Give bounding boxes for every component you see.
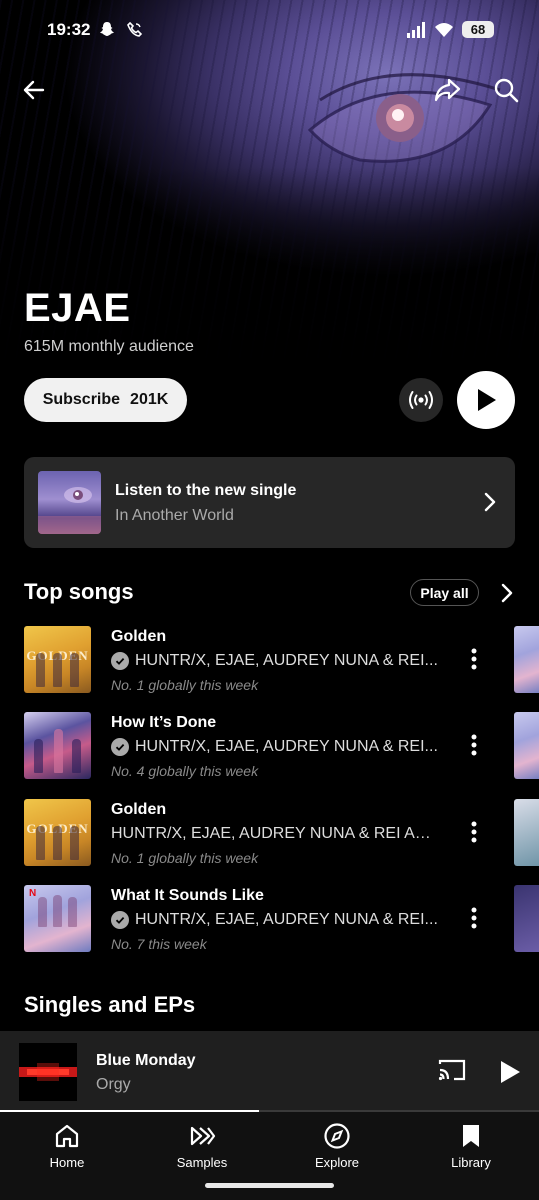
search-button[interactable] [488,72,524,108]
song-artist-text: HUNTR/X, EJAE, AUDREY NUNA & REI AMI... [111,825,439,842]
wifi-icon [435,22,453,37]
nav-explore-label: Explore [314,1155,360,1170]
song-rank: No. 1 globally this week [111,850,259,866]
song-rank: No. 7 this week [111,936,207,952]
cellular-signal-icon [407,21,425,38]
subscribe-label: Subscribe [42,391,121,408]
artwork-lettering: N [29,888,37,899]
status-time: 19:32 [47,20,91,39]
mini-player[interactable]: Blue Monday Orgy [0,1031,539,1112]
radio-broadcast-icon [409,391,433,409]
more-options-button[interactable] [464,819,484,845]
share-button[interactable] [429,72,465,108]
search-icon [494,78,519,103]
song-artist: HUNTR/X, EJAE, AUDREY NUNA & REI AMI... [111,825,439,843]
battery-indicator: 68 [462,21,494,38]
singles-eps-heading: Singles and EPs [24,992,196,1017]
now-playing-artist: Orgy [96,1076,131,1093]
song-title: Golden [111,801,167,818]
back-arrow-icon [23,80,45,100]
home-icon [55,1124,79,1148]
now-playing-art [19,1063,77,1081]
more-vert-icon [471,648,477,670]
song-row[interactable]: How It’s Done HUNTR/X, EJAE, AUDREY NUNA… [0,712,539,792]
new-single-card[interactable]: Listen to the new single In Another Worl… [24,457,515,548]
next-column-artwork[interactable] [514,799,539,866]
top-navigation [0,72,539,108]
play-artist-button[interactable] [457,371,515,429]
next-column-artwork[interactable] [514,626,539,693]
song-artist: HUNTR/X, EJAE, AUDREY NUNA & REI... [111,652,439,670]
snapchat-icon [100,22,114,36]
new-single-heading: Listen to the new single [115,482,297,499]
verified-check-icon [111,738,129,756]
next-column-artwork[interactable] [514,885,539,952]
more-options-button[interactable] [464,732,484,758]
song-row[interactable]: GOLDEN Golden HUNTR/X, EJAE, AUDREY NUNA… [0,799,539,879]
more-vert-icon [471,821,477,843]
wifi-calling-icon [127,21,143,37]
back-button[interactable] [16,72,52,108]
nav-home-label: Home [49,1155,85,1170]
song-artist-text: HUNTR/X, EJAE, AUDREY NUNA & REI... [135,652,438,669]
nav-samples[interactable]: Samples [157,1122,247,1170]
song-title: Golden [111,628,167,645]
song-title: What It Sounds Like [111,887,264,904]
chevron-right-icon [484,492,496,512]
verified-check-icon [111,652,129,670]
more-vert-icon [471,907,477,929]
song-artist: HUNTR/X, EJAE, AUDREY NUNA & REI... [111,911,439,929]
single-artwork [38,471,101,534]
song-rank: No. 4 globally this week [111,763,259,779]
nav-library-label: Library [451,1155,491,1170]
next-column-artwork[interactable] [514,712,539,779]
song-row[interactable]: GOLDEN Golden HUNTR/X, EJAE, AUDREY NUNA… [0,626,539,706]
share-icon [434,78,461,102]
song-artwork: GOLDEN [24,799,91,866]
status-bar: 19:32 68 [0,0,539,62]
song-artist-text: HUNTR/X, EJAE, AUDREY NUNA & REI... [135,738,438,755]
song-artist: HUNTR/X, EJAE, AUDREY NUNA & REI... [111,738,439,756]
verified-check-icon [111,911,129,929]
library-icon [463,1125,479,1147]
song-rank: No. 1 globally this week [111,677,259,693]
song-title: How It’s Done [111,714,217,731]
nav-samples-label: Samples [176,1155,228,1170]
more-options-button[interactable] [464,905,484,931]
monthly-audience: 615M monthly audience [24,338,194,355]
now-playing-artwork [19,1043,77,1101]
nav-explore[interactable]: Explore [292,1122,382,1170]
nav-home[interactable]: Home [22,1122,112,1170]
single-artwork-eye [38,487,101,534]
subscriber-count: 201K [130,391,169,408]
song-artwork: GOLDEN [24,626,91,693]
song-row[interactable]: N What It Sounds Like HUNTR/X, EJAE, AUD… [0,885,539,965]
samples-icon [190,1126,216,1146]
explore-icon [324,1123,350,1149]
song-artwork [24,712,91,779]
now-playing-title: Blue Monday [96,1052,196,1069]
top-songs-more-chevron-icon[interactable] [498,582,516,604]
play-all-button[interactable]: Play all [410,579,479,606]
home-gesture-bar[interactable] [205,1183,334,1188]
new-single-name: In Another World [115,507,234,524]
more-options-button[interactable] [464,646,484,672]
song-artist-text: HUNTR/X, EJAE, AUDREY NUNA & REI... [135,911,438,928]
nav-library[interactable]: Library [426,1122,516,1170]
subscribe-button[interactable]: Subscribe 201K [24,378,187,422]
cast-icon[interactable] [437,1058,467,1082]
play-icon [478,389,496,411]
top-songs-heading: Top songs [24,579,134,604]
song-artwork: N [24,885,91,952]
artist-radio-button[interactable] [399,378,443,422]
artist-name: EJAE [24,286,131,330]
mini-play-icon[interactable] [499,1060,521,1084]
more-vert-icon [471,734,477,756]
